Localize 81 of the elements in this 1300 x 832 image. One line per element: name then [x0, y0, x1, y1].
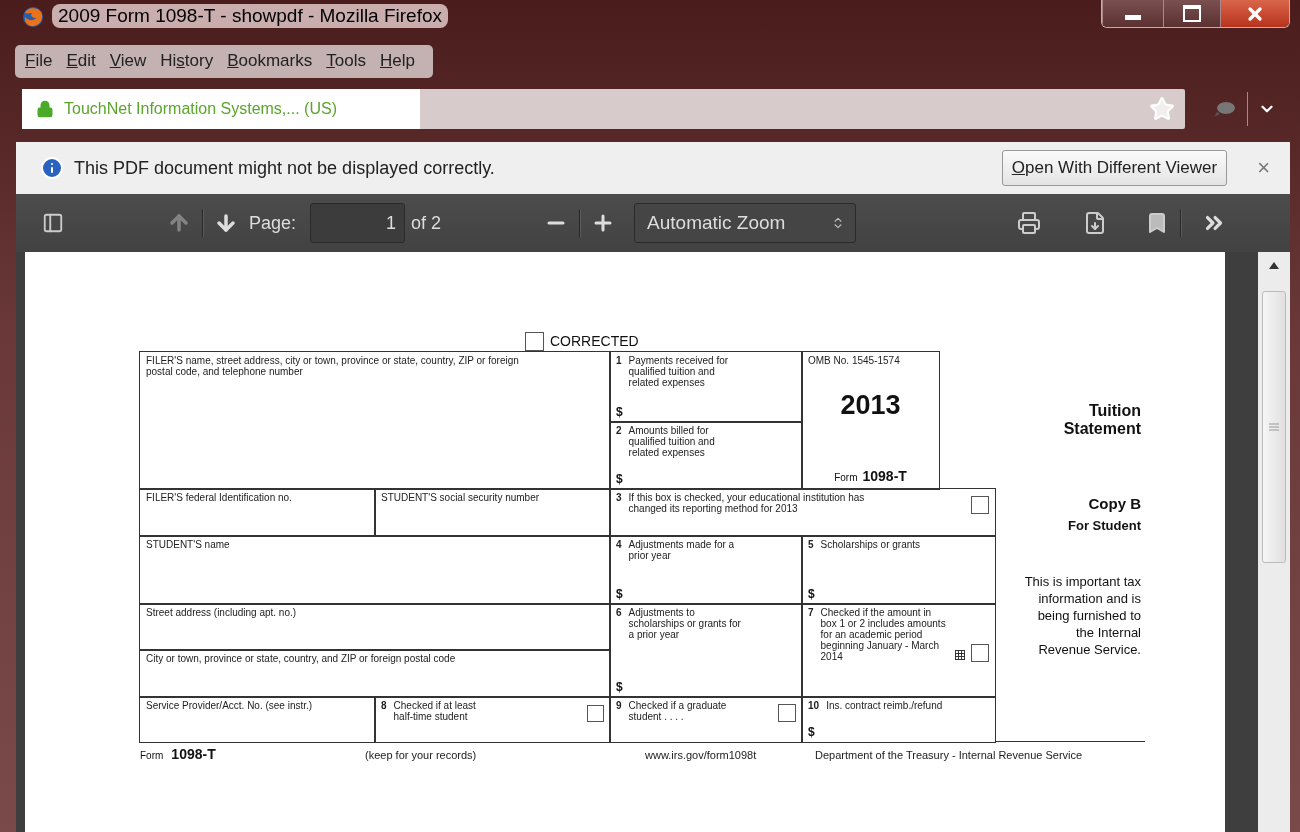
browser-logo-icon [22, 6, 44, 28]
box-label: Payments received for qualified tuition and related expenses [628, 355, 730, 388]
field-label: STUDENT'S social security number [381, 492, 541, 503]
grid-symbol-icon [954, 650, 965, 660]
box-number: 4 [616, 539, 622, 550]
box-number: 8 [381, 700, 387, 711]
menu-item[interactable]: Tools [324, 48, 374, 73]
form-title: Tuition [1087, 402, 1141, 420]
form-prefix: Form [140, 750, 164, 761]
next-page-icon[interactable] [214, 211, 238, 235]
box-label: Checked if the amount in box 1 or 2 includes amounts for an academic period beginning January - March 2014 [820, 607, 947, 662]
checkbox[interactable] [525, 331, 544, 351]
department-name: Department of the Treasury - Internal Revenue Service [815, 749, 1084, 761]
zoom-select[interactable]: Automatic Zoom [634, 203, 857, 243]
box-label: Scholarships or grants [820, 539, 921, 550]
checkbox[interactable] [971, 644, 989, 662]
box-label: Adjustments to scholarships or grants for a prior year [628, 607, 742, 640]
menu-item[interactable]: History [158, 48, 222, 73]
box-label: Amounts billed for qualified tuition and related expenses [628, 425, 716, 458]
notice-text: This is important tax information and is being furnished to the Internal Revenue Service. [1023, 573, 1141, 658]
box-number: 1 [616, 355, 622, 366]
close-button[interactable]: × [1257, 155, 1270, 181]
menu-item[interactable]: File [23, 48, 61, 73]
sidebar-toggle-icon[interactable] [42, 212, 64, 234]
maximize-button[interactable] [1163, 0, 1220, 27]
copy-recipient: For Student [1067, 518, 1141, 533]
form-title: Statement [1062, 420, 1141, 438]
scroll-up-icon[interactable] [1269, 262, 1279, 269]
dollar-sign: $ [808, 725, 815, 739]
dollar-sign: $ [616, 405, 623, 419]
field-label: STUDENT'S name [146, 539, 231, 550]
checkbox[interactable] [587, 705, 604, 722]
field-label: Street address (including apt. no.) [146, 607, 298, 618]
page-label: Page: [249, 212, 297, 234]
close-button[interactable] [1220, 0, 1289, 27]
menu-item[interactable]: View [107, 48, 155, 73]
dollar-sign: $ [616, 680, 623, 694]
dollar-sign: $ [808, 587, 815, 601]
checkbox[interactable] [971, 496, 989, 514]
box-label: If this box is checked, your educational institution has changed its reporting method for 2013 [628, 492, 866, 514]
tax-year: 2013 [840, 390, 901, 421]
box-label: Adjustments made for a prior year [628, 539, 736, 561]
box-label: Ins. contract reimb./refund [826, 700, 943, 711]
omb-number: OMB No. 1545-1574 [808, 355, 901, 366]
menu-item[interactable]: Help [377, 48, 423, 73]
box-number: 9 [616, 700, 622, 711]
box-label: Checked if at least half-time student [393, 700, 477, 722]
dollar-sign: $ [616, 472, 623, 486]
field-label: City or town, province or state, country, and ZIP or foreign postal code [146, 653, 457, 664]
checkbox[interactable] [778, 704, 796, 722]
page-count: of 2 [411, 212, 442, 234]
field-label: FILER'S federal Identification no. [146, 492, 293, 503]
menu-item[interactable]: Edit [64, 48, 104, 73]
notification-message: This PDF document might not be displayed correctly. [74, 157, 495, 179]
box-number: 5 [808, 539, 814, 550]
info-icon [40, 156, 64, 180]
scrollbar[interactable] [1258, 252, 1290, 832]
form-number: 1098-T [171, 746, 216, 762]
box-label: Checked if a graduate student . . . . [628, 700, 728, 722]
box-number: 2 [616, 425, 622, 436]
window-title: 2009 Form 1098-T - showpdf - Mozilla Firefox [52, 4, 449, 28]
records-note: (keep for your records) [365, 749, 478, 761]
box-number: 10 [808, 700, 820, 711]
print-icon[interactable] [1017, 211, 1042, 235]
dollar-sign: $ [616, 587, 623, 601]
copy-label: Copy B [1087, 495, 1141, 512]
form-prefix: Form [834, 472, 858, 483]
field-label: Service Provider/Acct. No. (see instr.) [146, 700, 314, 711]
open-with-viewer-button[interactable]: Open With Different Viewer [1001, 150, 1228, 186]
form-url: www.irs.gov/form1098t [645, 749, 758, 761]
page-number-field[interactable]: 1 [310, 203, 406, 243]
star-icon[interactable] [1149, 96, 1175, 122]
field-label: FILER'S name, street address, city or town, province or state, country, ZIP or foreign postal code, and telephone number [146, 355, 520, 377]
corrected-label: CORRECTED [550, 333, 639, 349]
minimize-button[interactable] [1102, 0, 1163, 27]
scroll-thumb[interactable] [1262, 291, 1286, 563]
box-number: 3 [616, 492, 622, 503]
form-number: 1098-T [862, 468, 907, 484]
menu-item[interactable]: Bookmarks [225, 48, 321, 73]
box-number: 7 [808, 607, 814, 618]
box-number: 6 [616, 607, 622, 618]
